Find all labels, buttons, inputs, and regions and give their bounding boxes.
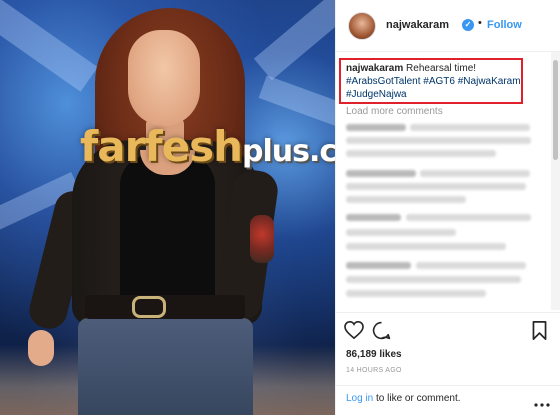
hashtag-link[interactable]: #ArabsGotTalent — [346, 76, 421, 87]
blurred-comment-line — [346, 137, 531, 144]
post-actions-bar — [336, 312, 560, 342]
blurred-comment-line — [346, 170, 416, 177]
blurred-comment-line — [410, 124, 530, 131]
separator-dot: • — [478, 17, 482, 29]
load-more-comments-button[interactable]: Load more comments — [346, 106, 443, 117]
login-link[interactable]: Log in — [346, 393, 373, 404]
hashtag-link[interactable]: #JudgeNajwa — [346, 89, 407, 100]
blurred-comment-line — [346, 243, 506, 250]
person-jeans — [78, 318, 253, 415]
belt-buckle — [132, 296, 166, 318]
caption-username[interactable]: najwakaram — [346, 63, 403, 74]
blurred-comment-line — [346, 150, 496, 157]
post-username[interactable]: najwakaram — [386, 19, 449, 31]
post-photo[interactable]: farfeshplus.com — [0, 0, 335, 415]
login-prompt: Log in to like or comment. — [346, 393, 461, 404]
blurred-comment-line — [420, 170, 530, 177]
blurred-comment-line — [406, 214, 531, 221]
post-caption: najwakaram Rehearsal time! #ArabsGotTale… — [346, 62, 521, 101]
person-hand — [28, 330, 54, 366]
jacket-embroidery — [250, 215, 274, 263]
background-star-shape — [258, 75, 335, 129]
blurred-comment-line — [416, 262, 526, 269]
background-star-shape — [253, 0, 335, 81]
bookmark-icon[interactable] — [532, 321, 547, 345]
post-header: najwakaram ✓ • Follow — [336, 0, 560, 52]
ellipsis-icon[interactable] — [534, 395, 550, 413]
blurred-comment-line — [346, 183, 526, 190]
blurred-comment-line — [346, 196, 466, 203]
verified-badge-icon: ✓ — [462, 19, 474, 31]
post-timestamp[interactable]: 14 HOURS AGO — [346, 367, 402, 374]
blurred-comment-line — [346, 276, 521, 283]
blurred-comment-line — [346, 290, 486, 297]
hashtag-link[interactable]: #NajwaKaram — [458, 76, 521, 87]
comments-scroll-thumb[interactable] — [553, 60, 558, 160]
blurred-comment-line — [346, 229, 456, 236]
avatar[interactable] — [348, 12, 376, 40]
post-side-panel: najwakaram ✓ • Follow najwakaram Rehears… — [335, 0, 560, 415]
login-prompt-text: to like or comment. — [373, 393, 461, 404]
watermark-main: farfesh — [80, 122, 243, 171]
comment-bubble-icon[interactable] — [372, 321, 391, 345]
watermark-logo: farfeshplus.com — [80, 122, 335, 171]
like-count[interactable]: 86,189 likes — [346, 349, 402, 360]
hashtag-link[interactable]: #AGT6 — [423, 76, 455, 87]
background-star-shape — [0, 0, 98, 92]
blurred-comment-line — [346, 214, 401, 221]
person-top — [120, 155, 215, 315]
follow-button[interactable]: Follow — [487, 19, 522, 31]
person-face — [128, 30, 200, 126]
caption-text: Rehearsal time! — [406, 63, 477, 74]
blurred-comment-line — [346, 124, 406, 131]
heart-icon[interactable] — [344, 320, 364, 344]
watermark-suffix: plus.com — [241, 134, 335, 169]
blurred-comment-line — [346, 262, 411, 269]
